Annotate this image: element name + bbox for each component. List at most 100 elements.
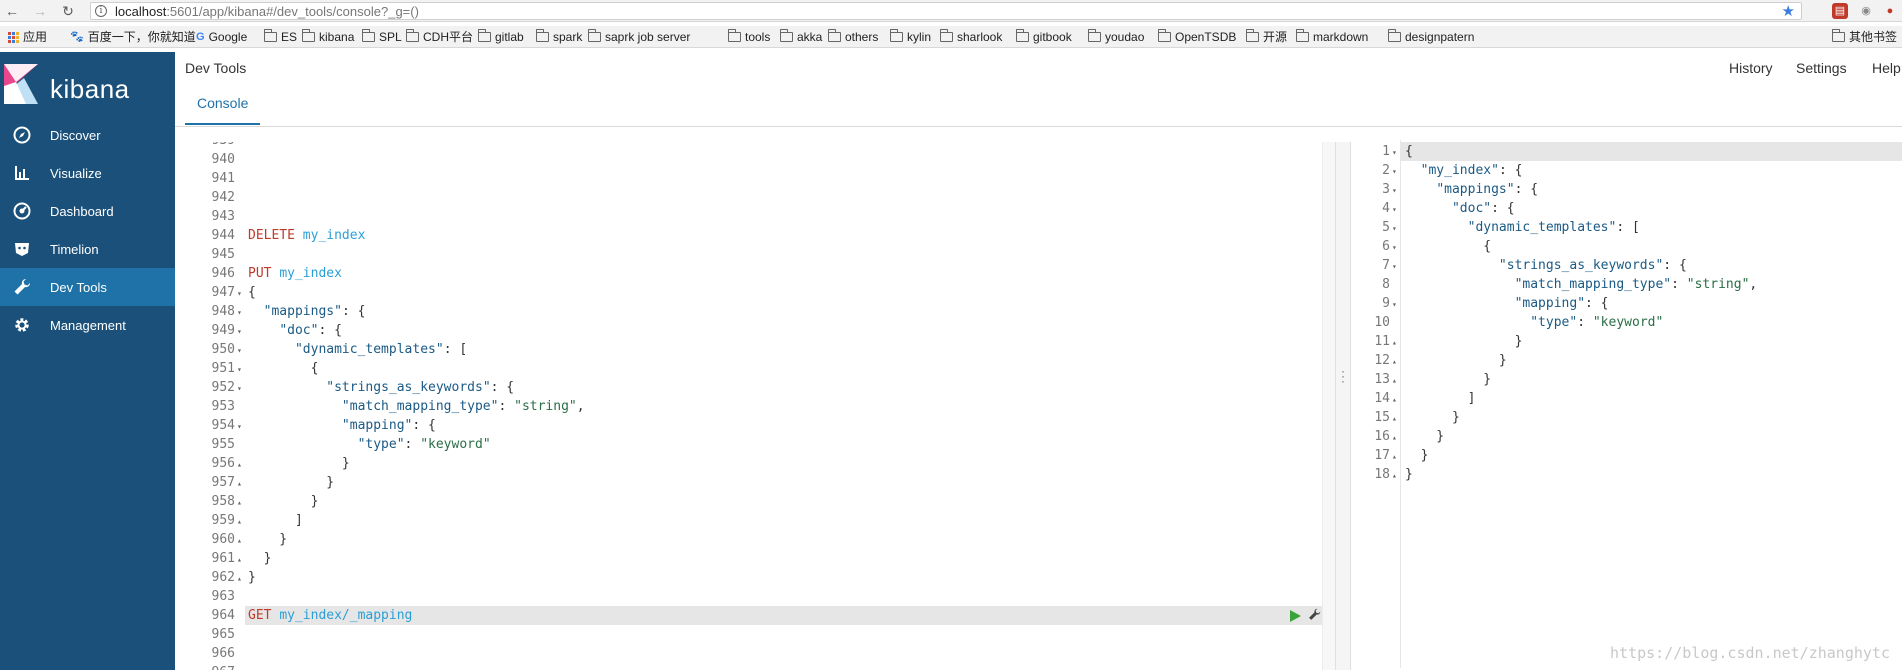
fold-toggle-icon[interactable]: ▾ xyxy=(235,341,245,360)
fold-toggle-icon[interactable]: ▴ xyxy=(235,474,245,493)
sidebar-item-timelion[interactable]: Timelion xyxy=(0,230,175,268)
code-line[interactable]: "dynamic_templates": [ xyxy=(248,340,467,359)
help-link[interactable]: Help xyxy=(1872,60,1901,76)
fold-toggle-icon[interactable]: ▾ xyxy=(1390,143,1400,162)
fold-toggle-icon[interactable]: ▴ xyxy=(1390,447,1400,466)
code-line[interactable]: "mapping": { xyxy=(1405,294,1609,313)
response-editor[interactable]: 1 ▾ 2 ▾ 3 ▾ 4 ▾ 5 ▾ 6 ▾ 7 ▾ 8 9 ▾ 10 11 ▴ 12 ▴ 13 ▴ 14 ▴ 15 ▴ 16 ▴ 17 ▴… xyxy=(1351,140,1902,668)
fold-toggle-icon[interactable]: ▴ xyxy=(1390,371,1400,390)
code-line[interactable]: "mapping": { xyxy=(248,416,436,435)
address-bar[interactable]: i localhost:5601/app/kibana#/dev_tools/c… xyxy=(90,2,1802,20)
settings-link[interactable]: Settings xyxy=(1796,60,1847,76)
bookmark-item[interactable]: markdown xyxy=(1296,29,1368,44)
bookmark-item[interactable]: youdao xyxy=(1088,29,1144,44)
code-line[interactable]: } xyxy=(248,549,272,568)
code-line[interactable]: GET my_index/_mapping xyxy=(248,606,412,625)
fold-toggle-icon[interactable]: ▾ xyxy=(1390,181,1400,200)
sidebar-item-visualize[interactable]: Visualize xyxy=(0,154,175,192)
run-request-icon[interactable] xyxy=(1288,609,1302,623)
bookmark-item[interactable]: G Google xyxy=(196,30,247,44)
address-text[interactable]: localhost:5601/app/kibana#/dev_tools/con… xyxy=(115,4,419,19)
bookmark-item[interactable]: 开源 xyxy=(1246,29,1287,44)
bookmark-item[interactable]: gitlab xyxy=(478,29,524,44)
bookmark-item[interactable]: saprk job server xyxy=(588,29,690,44)
forward-arrow-icon[interactable]: → xyxy=(32,3,48,19)
code-line[interactable]: } xyxy=(1405,332,1523,351)
code-line[interactable]: PUT my_index xyxy=(248,264,342,283)
fold-toggle-icon[interactable]: ▾ xyxy=(235,417,245,436)
fold-toggle-icon[interactable]: ▾ xyxy=(235,303,245,322)
code-line[interactable]: { xyxy=(248,359,319,378)
code-line[interactable]: "doc": { xyxy=(1405,199,1515,218)
code-line[interactable]: } xyxy=(1405,351,1507,370)
code-line[interactable]: } xyxy=(1405,427,1444,446)
code-line[interactable]: "match_mapping_type": "string", xyxy=(248,397,585,416)
kibana-logo[interactable]: kibana xyxy=(0,52,175,116)
fold-toggle-icon[interactable]: ▴ xyxy=(235,550,245,569)
bookmark-item[interactable]: sharlook xyxy=(940,29,1002,44)
fold-toggle-icon[interactable]: ▴ xyxy=(1390,390,1400,409)
code-line[interactable]: "doc": { xyxy=(248,321,342,340)
fold-toggle-icon[interactable]: ▾ xyxy=(1390,295,1400,314)
bookmark-item[interactable]: 应用 xyxy=(8,30,47,44)
code-line[interactable]: ] xyxy=(1405,389,1476,408)
fold-toggle-icon[interactable]: ▴ xyxy=(1390,428,1400,447)
code-line[interactable]: "mappings": { xyxy=(248,302,366,321)
fold-toggle-icon[interactable]: ▴ xyxy=(235,569,245,588)
camera-icon[interactable]: ◉ xyxy=(1858,3,1874,19)
code-line[interactable]: } xyxy=(1405,465,1413,484)
request-editor[interactable]: 939940941942943944945946947▾948▾949▾950▾… xyxy=(175,142,1322,670)
bookmark-item[interactable]: akka xyxy=(780,29,822,44)
back-arrow-icon[interactable]: ← xyxy=(4,3,20,19)
code-line[interactable]: } xyxy=(1405,408,1460,427)
fold-toggle-icon[interactable]: ▾ xyxy=(1390,219,1400,238)
fold-toggle-icon[interactable]: ▾ xyxy=(1390,162,1400,181)
code-line[interactable]: } xyxy=(248,473,334,492)
code-line[interactable]: } xyxy=(248,568,256,587)
code-line[interactable]: "strings_as_keywords": { xyxy=(248,378,514,397)
code-line[interactable]: "match_mapping_type": "string", xyxy=(1405,275,1758,294)
fold-toggle-icon[interactable]: ▴ xyxy=(235,493,245,512)
code-line[interactable]: "dynamic_templates": [ xyxy=(1405,218,1640,237)
code-line[interactable]: { xyxy=(1405,237,1491,256)
fold-toggle-icon[interactable]: ▴ xyxy=(1390,466,1400,485)
bookmark-item[interactable]: OpenTSDB xyxy=(1158,29,1236,44)
fold-toggle-icon[interactable]: ▴ xyxy=(1390,352,1400,371)
wrench-icon[interactable] xyxy=(1308,608,1322,622)
code-line[interactable]: "my_index": { xyxy=(1405,161,1523,180)
code-line[interactable]: "type": "keyword" xyxy=(248,435,491,454)
fold-toggle-icon[interactable]: ▴ xyxy=(1390,333,1400,352)
fold-toggle-icon[interactable]: ▴ xyxy=(235,512,245,531)
bookmark-item[interactable]: designpatern xyxy=(1388,29,1474,44)
sidebar-item-dashboard[interactable]: Dashboard xyxy=(0,192,175,230)
bookmark-item[interactable]: tools xyxy=(728,29,770,44)
code-line[interactable]: } xyxy=(248,530,287,549)
reload-icon[interactable]: ↻ xyxy=(60,3,76,19)
code-line[interactable]: DELETE my_index xyxy=(248,226,365,245)
fold-toggle-icon[interactable]: ▾ xyxy=(235,322,245,341)
code-line[interactable]: "strings_as_keywords": { xyxy=(1405,256,1687,275)
code-line[interactable]: } xyxy=(248,492,319,511)
code-line[interactable]: { xyxy=(248,283,256,302)
fold-toggle-icon[interactable]: ▴ xyxy=(235,531,245,550)
code-line[interactable]: } xyxy=(1405,446,1429,465)
code-line[interactable]: } xyxy=(248,454,350,473)
history-link[interactable]: History xyxy=(1729,60,1773,76)
code-line[interactable]: } xyxy=(1405,370,1491,389)
fold-toggle-icon[interactable]: ▴ xyxy=(1390,409,1400,428)
sidebar-item-discover[interactable]: Discover xyxy=(0,116,175,154)
bookmark-item[interactable]: kylin xyxy=(890,29,931,44)
fold-toggle-icon[interactable]: ▾ xyxy=(1390,238,1400,257)
request-editor-scrollbar[interactable] xyxy=(1322,142,1335,670)
fold-toggle-icon[interactable]: ▾ xyxy=(1390,200,1400,219)
panel-resize-handle[interactable]: · · · xyxy=(1335,142,1351,670)
code-line[interactable]: "mappings": { xyxy=(1405,180,1538,199)
record-icon[interactable]: ● xyxy=(1882,3,1898,19)
fold-toggle-icon[interactable]: ▾ xyxy=(235,379,245,398)
site-info-icon[interactable]: i xyxy=(95,5,107,17)
fold-toggle-icon[interactable]: ▾ xyxy=(235,360,245,379)
bookmark-item[interactable]: CDH平台 xyxy=(406,29,473,44)
fold-toggle-icon[interactable]: ▴ xyxy=(235,455,245,474)
bookmark-item[interactable]: spark xyxy=(536,29,582,44)
bookmark-item[interactable]: kibana xyxy=(302,29,354,44)
